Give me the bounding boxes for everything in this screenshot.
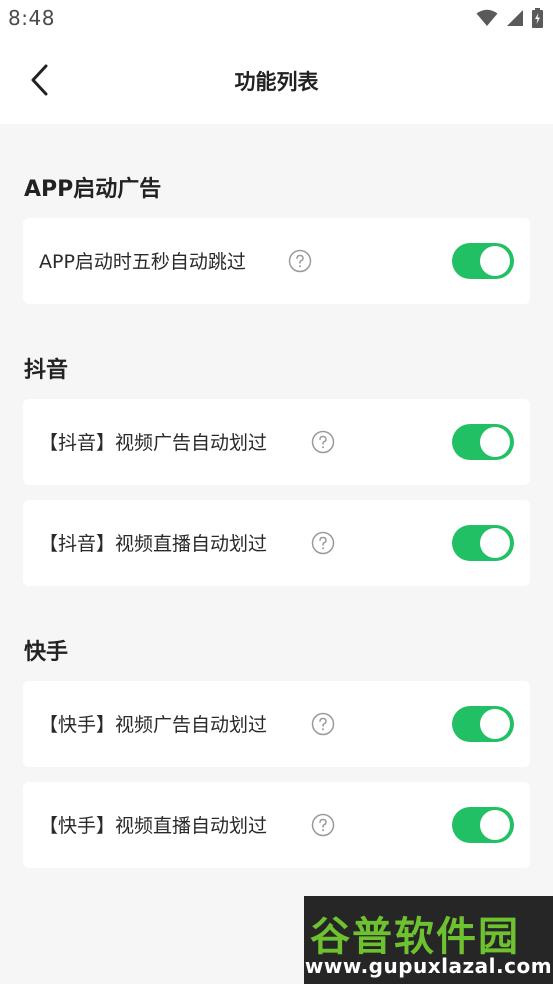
status-icons xyxy=(476,8,543,28)
wifi-icon xyxy=(476,9,498,26)
setting-label: 【快手】视频广告自动划过 xyxy=(39,714,268,736)
watermark-logo: 谷普软件园 www.gupuxlazal.com xyxy=(304,896,553,984)
setting-label: 【抖音】视频广告自动划过 xyxy=(39,432,268,454)
setting-label: 【快手】视频直播自动划过 xyxy=(39,815,268,837)
setting-label: 【抖音】视频直播自动划过 xyxy=(39,533,268,555)
help-circle-icon[interactable] xyxy=(311,430,335,454)
toggle-knob xyxy=(480,246,510,276)
toggle-knob xyxy=(480,810,510,840)
setting-card-app-skip: APP启动时五秒自动跳过 xyxy=(23,218,530,304)
battery-charging-icon xyxy=(532,8,543,28)
toggle-knob xyxy=(480,528,510,558)
signal-icon xyxy=(507,10,523,26)
toggle-switch-douyin-ad[interactable] xyxy=(452,424,514,460)
help-circle-icon[interactable] xyxy=(311,813,335,837)
page-title: 功能列表 xyxy=(234,70,319,94)
setting-card-kuaishou-ad: 【快手】视频广告自动划过 xyxy=(23,681,530,767)
toggle-knob xyxy=(480,427,510,457)
setting-card-douyin-live: 【抖音】视频直播自动划过 xyxy=(23,500,530,586)
setting-card-kuaishou-live: 【快手】视频直播自动划过 xyxy=(23,782,530,868)
setting-card-douyin-ad: 【抖音】视频广告自动划过 xyxy=(23,399,530,485)
help-circle-icon[interactable] xyxy=(288,249,312,273)
screen: 8:48 功能列表 APP启动广告 APP启动时五秒自动跳过 抖音 【抖音】视频… xyxy=(0,0,553,984)
watermark-url: www.gupuxlazal.com xyxy=(304,954,553,978)
help-circle-icon[interactable] xyxy=(311,531,335,555)
section-title-douyin: 抖音 xyxy=(24,358,69,383)
status-time: 8:48 xyxy=(8,6,55,30)
toggle-switch-app-skip[interactable] xyxy=(452,243,514,279)
section-title-app-launch-ad: APP启动广告 xyxy=(24,177,162,202)
help-circle-icon[interactable] xyxy=(311,712,335,736)
setting-label: APP启动时五秒自动跳过 xyxy=(39,251,246,273)
toggle-switch-kuaishou-ad[interactable] xyxy=(452,706,514,742)
toggle-switch-douyin-live[interactable] xyxy=(452,525,514,561)
section-title-kuaishou: 快手 xyxy=(24,640,69,665)
app-header: 功能列表 xyxy=(0,40,553,124)
status-bar: 8:48 xyxy=(0,0,553,40)
toggle-switch-kuaishou-live[interactable] xyxy=(452,807,514,843)
toggle-knob xyxy=(480,709,510,739)
